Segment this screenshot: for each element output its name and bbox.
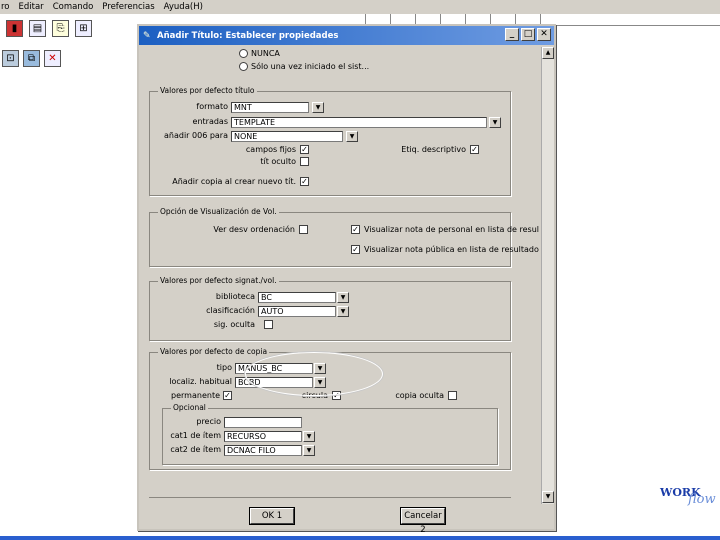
menu-item-ayuda[interactable]: Ayuda(H) bbox=[164, 2, 203, 12]
radio-nunca-label: NUNCA bbox=[251, 49, 280, 58]
biblioteca-label: biblioteca bbox=[215, 292, 255, 301]
bookmark-icon[interactable]: ⎘ bbox=[52, 19, 69, 37]
workflows-logo-script: flow bbox=[688, 492, 716, 507]
ok-button[interactable]: OK 1 bbox=[250, 508, 294, 524]
clasificacion-label: clasificación bbox=[206, 306, 255, 315]
permanente-label: permanente bbox=[171, 391, 220, 400]
maximize-button[interactable]: □ bbox=[521, 28, 535, 41]
anadir-copia-checkbox[interactable]: ✓ bbox=[300, 177, 309, 186]
minimize-button[interactable]: _ bbox=[505, 28, 519, 41]
cat2-dropdown-button[interactable]: ▼ bbox=[303, 445, 315, 456]
group-optional: Opcional precio cat1 de ítem RECURSO ▼ c… bbox=[162, 403, 498, 465]
book-icon[interactable]: ▤ bbox=[29, 19, 46, 37]
biblioteca-field[interactable]: BC bbox=[258, 292, 336, 303]
secondary-toolbar: ⊡ ⧉ ✕ bbox=[0, 46, 80, 70]
cat2-field[interactable]: DCNAC FILO bbox=[224, 445, 302, 456]
clasificacion-field[interactable]: AUTO bbox=[258, 306, 336, 317]
copia-oculta-label: copia oculta bbox=[395, 391, 444, 400]
group-title-defaults-legend: Valores por defecto título bbox=[158, 86, 257, 95]
entradas-label: entradas bbox=[192, 117, 228, 126]
anadir006-label: añadir 006 para bbox=[164, 131, 228, 140]
menu-item-ro[interactable]: ro bbox=[1, 2, 10, 12]
dialog-app-icon: ✎ bbox=[143, 30, 151, 41]
scroll-down-arrow[interactable]: ▼ bbox=[542, 491, 554, 503]
copy-move-icon[interactable]: ⧉ bbox=[23, 49, 40, 67]
dialog-scrollbar[interactable]: ▲ ▼ bbox=[541, 47, 554, 504]
tit-oculto-checkbox[interactable] bbox=[300, 157, 309, 166]
entradas-field[interactable]: TEMPLATE bbox=[231, 117, 487, 128]
taskbar bbox=[0, 536, 720, 540]
radio-once-label: Sólo una vez iniciado el sist... bbox=[251, 62, 370, 71]
menu-item-preferencias[interactable]: Preferencias bbox=[102, 2, 154, 12]
group-copy-defaults-legend: Valores por defecto de copia bbox=[158, 347, 270, 356]
copia-oculta-checkbox[interactable] bbox=[448, 391, 457, 400]
tipo-label: tipo bbox=[216, 363, 232, 372]
nota-publica-checkbox[interactable]: ✓ bbox=[351, 245, 360, 254]
group-view-options-legend: Opción de Visualización de Vol. bbox=[158, 207, 279, 216]
copy-add-icon[interactable]: ⊡ bbox=[2, 49, 19, 67]
etiq-descriptivo-checkbox[interactable]: ✓ bbox=[470, 145, 479, 154]
properties-dialog: ✎ Añadir Título: Establecer propiedades … bbox=[137, 24, 556, 535]
delete-icon[interactable]: ✕ bbox=[44, 49, 61, 67]
nota-personal-label: Visualizar nota de personal en lista de … bbox=[364, 225, 539, 234]
menu-item-editar[interactable]: Editar bbox=[19, 2, 44, 12]
anadir006-field[interactable]: NONE bbox=[231, 131, 343, 142]
close-button[interactable]: ✕ bbox=[537, 28, 551, 41]
group-call-number: Valores por defecto signat./vol. bibliot… bbox=[149, 276, 511, 341]
etiq-descriptivo-label: Etiq. descriptivo bbox=[401, 145, 466, 154]
tit-oculto-label: tít oculto bbox=[260, 157, 296, 166]
campos-fijos-checkbox[interactable]: ✓ bbox=[300, 145, 309, 154]
dialog-titlebar[interactable]: ✎ Añadir Título: Establecer propiedades … bbox=[139, 26, 554, 45]
radio-once[interactable] bbox=[239, 62, 248, 71]
formato-label: formato bbox=[196, 102, 228, 111]
group-title-defaults: Valores por defecto título formato MNT ▼… bbox=[149, 86, 511, 196]
entradas-dropdown-button[interactable]: ▼ bbox=[489, 117, 501, 128]
campos-fijos-label: campos fijos bbox=[245, 145, 296, 154]
formato-field[interactable]: MNT bbox=[231, 102, 309, 113]
radio-nunca[interactable] bbox=[239, 49, 248, 58]
highlight-oval bbox=[245, 352, 383, 396]
dialog-content: NUNCA Sólo una vez iniciado el sist... V… bbox=[143, 47, 541, 504]
cat1-field[interactable]: RECURSO bbox=[224, 431, 302, 442]
anadir-copia-label: Añadir copia al crear nuevo tít. bbox=[172, 177, 296, 186]
dialog-title: Añadir Título: Establecer propiedades bbox=[157, 30, 339, 41]
permanente-checkbox[interactable]: ✓ bbox=[223, 391, 232, 400]
clasificacion-dropdown-button[interactable]: ▼ bbox=[337, 306, 349, 317]
ver-orden-checkbox[interactable] bbox=[299, 225, 308, 234]
biblioteca-dropdown-button[interactable]: ▼ bbox=[337, 292, 349, 303]
nota-personal-checkbox[interactable]: ✓ bbox=[351, 225, 360, 234]
cancel-button[interactable]: Cancelar 2 bbox=[401, 508, 445, 535]
cat1-dropdown-button[interactable]: ▼ bbox=[303, 431, 315, 442]
group-optional-legend: Opcional bbox=[171, 403, 208, 412]
menu-item-comando[interactable]: Comando bbox=[53, 2, 94, 12]
content-divider bbox=[149, 497, 511, 498]
menu-bar: ro Editar Comando Preferencias Ayuda(H) bbox=[0, 0, 720, 14]
add-title-icon[interactable]: ⊞ bbox=[75, 19, 92, 37]
precio-field[interactable] bbox=[224, 417, 302, 428]
books-icon[interactable]: ▮ bbox=[6, 19, 23, 37]
anadir006-dropdown-button[interactable]: ▼ bbox=[346, 131, 358, 142]
cat2-label: cat2 de ítem bbox=[170, 445, 221, 454]
localiz-label: localiz. habitual bbox=[169, 377, 232, 386]
formato-dropdown-button[interactable]: ▼ bbox=[312, 102, 324, 113]
sig-oculta-checkbox[interactable] bbox=[264, 320, 273, 329]
ver-orden-label: Ver desv ordenación bbox=[213, 225, 295, 234]
main-toolbar: ▮ ▤ ⎘ ⊞ bbox=[0, 16, 100, 40]
group-call-number-legend: Valores por defecto signat./vol. bbox=[158, 276, 279, 285]
nota-publica-label: Visualizar nota pública en lista de resu… bbox=[364, 245, 539, 254]
precio-label: precio bbox=[196, 417, 221, 426]
sig-oculta-label: sig. oculta bbox=[213, 320, 255, 329]
scroll-up-arrow[interactable]: ▲ bbox=[542, 47, 554, 59]
group-view-options: Opción de Visualización de Vol. Ver desv… bbox=[149, 207, 539, 267]
cat1-label: cat1 de ítem bbox=[170, 431, 221, 440]
